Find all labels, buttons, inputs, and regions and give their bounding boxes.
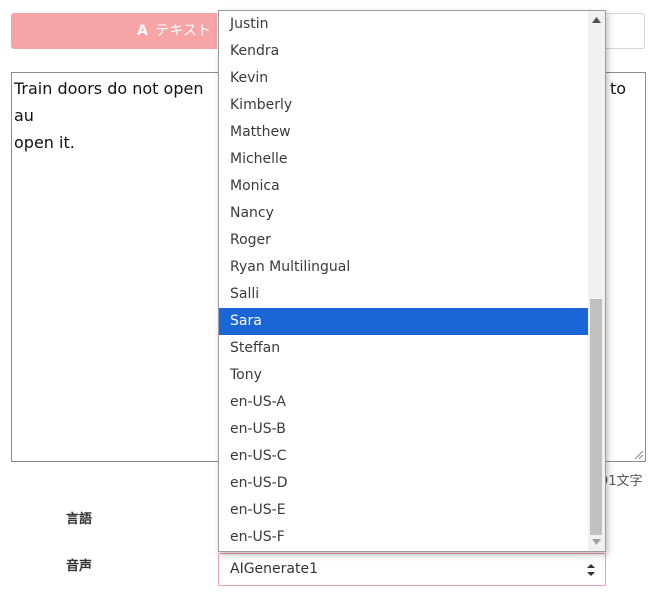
dropdown-options: Justin Kendra Kevin Kimberly Matthew Michelle… — [219, 11, 589, 551]
dropdown-option[interactable]: Kendra — [219, 38, 589, 65]
tab-text-label: テキスト — [155, 23, 211, 39]
dropdown-option[interactable]: en-US-C — [219, 443, 589, 470]
text-content: Train doors do not open au open it. — [14, 79, 204, 152]
dropdown-option[interactable]: en-US-B — [219, 416, 589, 443]
dropdown-option[interactable]: en-US-D — [219, 470, 589, 497]
dropdown-option[interactable]: Kevin — [219, 65, 589, 92]
tab-other[interactable] — [605, 13, 645, 49]
char-count: 91文字 — [600, 474, 643, 489]
text-content-tail: to — [610, 79, 627, 98]
dropdown-option[interactable]: Monica — [219, 173, 589, 200]
dropdown-option[interactable]: Ryan Multilingual — [219, 254, 589, 281]
tab-text[interactable]: A テキスト — [11, 13, 217, 49]
dropdown-option[interactable]: Tony — [219, 362, 589, 389]
dropdown-option[interactable]: Justin — [219, 11, 589, 38]
scrollbar-thumb[interactable] — [590, 299, 602, 535]
voice-select-value: AIGenerate1 — [230, 561, 318, 577]
dropdown-option[interactable]: Michelle — [219, 146, 589, 173]
dropdown-option[interactable]: en-US-F — [219, 524, 589, 551]
voice-label: 音声 — [66, 559, 93, 574]
resize-handle-icon[interactable] — [634, 450, 644, 460]
dropdown-option[interactable]: en-US-A — [219, 389, 589, 416]
select-arrows-icon — [587, 564, 595, 576]
dropdown-option[interactable]: Salli — [219, 281, 589, 308]
voice-dropdown-list[interactable]: Justin Kendra Kevin Kimberly Matthew Michelle… — [218, 10, 606, 552]
dropdown-option[interactable]: Roger — [219, 227, 589, 254]
voice-select[interactable]: AIGenerate1 — [218, 553, 606, 586]
font-icon: A — [137, 23, 148, 39]
dropdown-option[interactable]: Matthew — [219, 119, 589, 146]
dropdown-option[interactable]: Nancy — [219, 200, 589, 227]
dropdown-option[interactable]: Sara — [219, 308, 589, 335]
dropdown-option[interactable]: Steffan — [219, 335, 589, 362]
dropdown-scrollbar[interactable] — [588, 11, 605, 551]
dropdown-option[interactable]: Kimberly — [219, 92, 589, 119]
language-label: 言語 — [66, 512, 93, 527]
scroll-down-arrow-icon[interactable] — [592, 539, 601, 545]
dropdown-option[interactable]: en-US-E — [219, 497, 589, 524]
scroll-up-arrow-icon[interactable] — [592, 17, 601, 23]
